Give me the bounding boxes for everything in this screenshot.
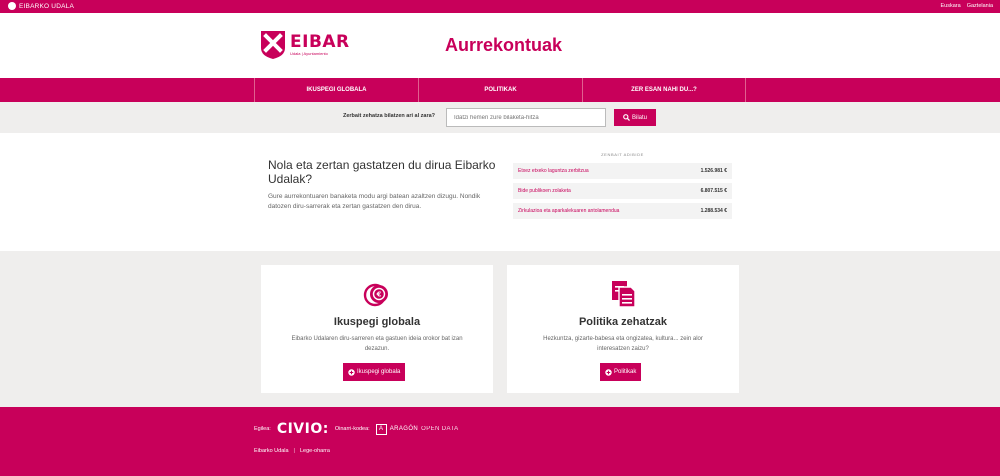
eibar-shield-icon: [261, 31, 285, 59]
lang-spanish-link[interactable]: Gaztelania: [967, 3, 993, 9]
aragon-open-data-logo[interactable]: A ARAGÓN OPEN DATA: [375, 423, 459, 435]
brand-name: EIBAR: [290, 31, 350, 52]
examples-panel: ZENBAIT ADIBIDE Etxez etxeko laguntza ze…: [513, 152, 732, 223]
examples-heading: ZENBAIT ADIBIDE: [601, 152, 644, 157]
footer-links: Eibarko Udala | Lege-oharra: [254, 448, 330, 454]
open-data-label: OPEN DATA: [421, 426, 459, 432]
search-icon: [623, 114, 630, 121]
search-input[interactable]: [446, 108, 606, 127]
city-council-link[interactable]: EIBARKO UDALA: [8, 2, 74, 10]
city-council-label: EIBARKO UDALA: [19, 2, 74, 10]
global-overview-text: Eibarko Udalaren diru-sarreren eta gastu…: [291, 336, 463, 352]
example-amount: 1.526.981 €: [700, 168, 727, 174]
policies-button-label: Politikak: [614, 369, 637, 375]
example-amount: 1.288.534 €: [700, 208, 727, 214]
brand-subtitle: Udala | Ayuntamiento: [290, 50, 328, 56]
tab-glossary[interactable]: ZER ESAN NAHI DU...?: [582, 78, 746, 102]
example-row[interactable]: Bide publikoen zolaketa 6.807.515 €: [513, 183, 732, 199]
intro-title: Nola eta zertan gastatzen du dirua Eibar…: [268, 158, 496, 186]
footer-credits: Egilea: CIVIO: Oinarri-kodea: A ARAGÓN O…: [254, 421, 459, 437]
lang-basque-link[interactable]: Euskara: [941, 3, 961, 9]
footer-link-council[interactable]: Eibarko Udala: [254, 448, 289, 454]
search-button-label: Bilatu: [631, 114, 647, 121]
cards-section: € Ikuspegi globala Eibarko Udalaren diru…: [0, 251, 1000, 407]
page-title: Aurrekontuak: [445, 35, 563, 55]
aragon-label: ARAGÓN: [389, 426, 419, 432]
source-code-label: Oinarri-kodea:: [334, 426, 370, 432]
tab-policies[interactable]: POLITIKAK: [418, 78, 582, 102]
main-nav: IKUSPEGI GLOBALA POLITIKAK ZER ESAN NAHI…: [0, 78, 1000, 102]
global-overview-title: Ikuspegi globala: [333, 316, 421, 328]
policies-title: Politika zehatzak: [578, 316, 668, 328]
documents-icon: [507, 280, 739, 308]
example-amount: 6.807.515 €: [700, 188, 727, 194]
intro-text: Gure aurrekontuaren banaketa modu argi b…: [268, 193, 481, 210]
global-overview-button-label: Ikuspegi globala: [357, 369, 401, 375]
tab-global-overview[interactable]: IKUSPEGI GLOBALA: [254, 78, 418, 102]
footer-separator: |: [293, 448, 295, 454]
civio-logo[interactable]: CIVIO:: [277, 421, 329, 437]
author-label: Egilea:: [254, 426, 271, 432]
global-overview-card: € Ikuspegi globala Eibarko Udalaren diru…: [261, 265, 493, 393]
policies-button[interactable]: Politikak: [600, 363, 642, 381]
footer-link-legal[interactable]: Lege-oharra: [300, 448, 330, 454]
global-overview-button[interactable]: Ikuspegi globala: [343, 363, 406, 381]
coat-of-arms-icon: [8, 2, 16, 10]
plus-circle-icon: [348, 368, 355, 376]
policies-card: Politika zehatzak Hezkuntza, gizarte-bab…: [507, 265, 739, 393]
example-name: Zirkulazioa eta aparkalekuaren antolamen…: [518, 208, 620, 214]
search-label: Zerbait zehatza bilatzen ari al zara?: [343, 113, 436, 119]
intro-section: Nola eta zertan gastatzen du dirua Eibar…: [268, 158, 508, 212]
coins-icon: €: [261, 280, 493, 308]
header: EIBAR Udala | Ayuntamiento Aurrekontuak: [0, 13, 1000, 78]
example-row[interactable]: Zirkulazioa eta aparkalekuaren antolamen…: [513, 203, 732, 219]
example-name: Etxez etxeko laguntza zerbitzua: [518, 168, 589, 174]
search-button[interactable]: Bilatu: [614, 109, 656, 126]
search-section: Zerbait zehatza bilatzen ari al zara? Bi…: [0, 102, 1000, 133]
policies-text: Hezkuntza, gizarte-babesa eta ongizatea,…: [543, 336, 703, 352]
top-bar: EIBARKO UDALA Euskara Gaztelania: [0, 0, 1000, 13]
aragon-a-icon: A: [375, 423, 387, 435]
svg-text:€: €: [376, 291, 382, 299]
language-switcher: Euskara Gaztelania: [941, 3, 993, 9]
plus-circle-icon: [605, 368, 612, 376]
eibar-logo[interactable]: EIBAR Udala | Ayuntamiento: [260, 30, 350, 60]
footer: Egilea: CIVIO: Oinarri-kodea: A ARAGÓN O…: [0, 407, 1000, 476]
example-row[interactable]: Etxez etxeko laguntza zerbitzua 1.526.98…: [513, 163, 732, 179]
example-name: Bide publikoen zolaketa: [518, 188, 571, 194]
